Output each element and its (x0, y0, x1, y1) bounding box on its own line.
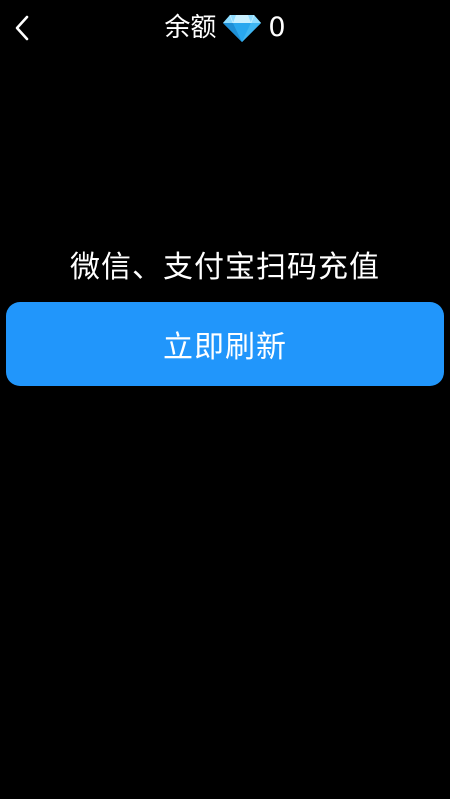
header-bar: 余额 0 (0, 0, 450, 56)
balance-title: 余额 0 (0, 8, 450, 48)
refresh-button-label: 立即刷新 (163, 330, 287, 365)
recharge-screen: 余额 0 微信、支付宝扫码充值 立即刷新 (0, 0, 450, 799)
diamond-icon (223, 14, 262, 42)
refresh-button[interactable]: 立即刷新 (6, 302, 444, 386)
page-title: 余额 (164, 13, 217, 43)
balance-value: 0 (268, 12, 286, 43)
recharge-hint: 微信、支付宝扫码充值 (70, 250, 380, 285)
